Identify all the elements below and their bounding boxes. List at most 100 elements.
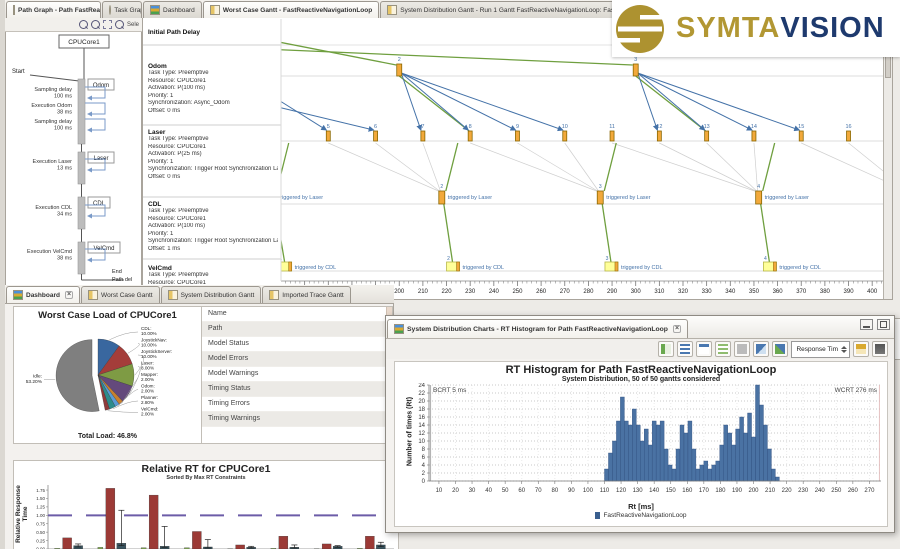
tab-dashboard[interactable]: Dashboard (143, 1, 202, 18)
max-rt-bar[interactable] (365, 536, 374, 549)
histogram-bar[interactable] (752, 437, 756, 481)
histogram-bar[interactable] (680, 425, 684, 481)
histogram-bar[interactable] (724, 425, 728, 481)
laser-activation-box[interactable] (847, 131, 851, 141)
task-timeline-bar[interactable] (78, 197, 85, 229)
histogram-bar[interactable] (672, 469, 676, 481)
zoom-in-icon[interactable] (79, 20, 88, 29)
cdl-activation-box[interactable] (597, 191, 603, 204)
max-rt-bar[interactable] (322, 544, 331, 549)
max-rt-bar[interactable] (192, 531, 201, 549)
histogram-bar[interactable] (740, 417, 744, 481)
tab-task-grap[interactable]: Task Grap (102, 1, 142, 18)
histogram-bar[interactable] (652, 421, 656, 481)
task-timeline-bar[interactable] (78, 242, 85, 274)
cdl-activation-box[interactable] (439, 191, 445, 204)
histogram-bar[interactable] (775, 477, 779, 481)
table-row-path[interactable]: Path (202, 322, 392, 337)
laser-activation-box[interactable] (515, 131, 519, 141)
table-row-model-errors[interactable]: Model Errors (202, 352, 392, 367)
fit-selection-icon[interactable] (103, 20, 112, 29)
table-row-name[interactable]: Name (202, 307, 392, 322)
laser-activation-box[interactable] (563, 131, 567, 141)
tab-dashboard[interactable]: Dashboard× (6, 286, 80, 303)
table-row-model-status[interactable]: Model Status (202, 337, 392, 352)
cdl-activation-box[interactable] (756, 191, 762, 204)
snapshot-icon[interactable] (872, 341, 888, 357)
histogram-bar[interactable] (732, 445, 736, 481)
histogram-bar[interactable] (656, 425, 660, 481)
histogram-bar[interactable] (716, 461, 720, 481)
table-row-timing-warnings[interactable]: Timing Warnings (202, 412, 392, 427)
histogram-bar[interactable] (668, 465, 672, 481)
chart-view-icon[interactable] (753, 341, 769, 357)
path-graph-canvas[interactable]: CPUCore1StartOdomLaserCDLVelCmdSampling … (5, 31, 142, 287)
max-rt-bar[interactable] (106, 488, 115, 549)
laser-activation-box[interactable] (610, 131, 614, 141)
tab-worst-case-gantt[interactable]: Worst Case Gantt (81, 286, 160, 303)
laser-activation-box[interactable] (421, 131, 425, 141)
histogram-bar[interactable] (688, 421, 692, 481)
histogram-bar[interactable] (608, 453, 612, 481)
histogram-bar[interactable] (708, 469, 712, 481)
tab-imported-trace-gantt[interactable]: Imported Trace Gantt (262, 286, 350, 303)
histogram-bar[interactable] (605, 469, 609, 481)
histogram-bar[interactable] (624, 421, 628, 481)
export-icon[interactable] (853, 341, 869, 357)
laser-activation-box[interactable] (657, 131, 661, 141)
max-rt-bar[interactable] (63, 538, 72, 549)
histogram-bar[interactable] (648, 445, 652, 481)
max-rt-bar[interactable] (149, 495, 158, 549)
gantt-vertical-scrollbar[interactable] (883, 19, 892, 299)
tab-worst-case-gantt-fastreactivenavigationloop[interactable]: Worst Case Gantt - FastReactiveNavigatio… (203, 1, 379, 18)
refresh-icon[interactable] (772, 341, 788, 357)
pie-slice-idle[interactable] (56, 340, 99, 412)
tab-system-distribution-gantt-run-1-gantt-fastreactivenavigationloop-fas[interactable]: System Distribution Gantt - Run 1 Gantt … (380, 1, 621, 18)
histogram-bar[interactable] (700, 465, 704, 481)
table-row-model-warnings[interactable]: Model Warnings (202, 367, 392, 382)
odom-activation-box[interactable] (397, 64, 402, 76)
histogram-bar[interactable] (704, 461, 708, 481)
laser-activation-box[interactable] (752, 131, 756, 141)
table-row-timing-errors[interactable]: Timing Errors (202, 397, 392, 412)
histogram-bar[interactable] (712, 465, 716, 481)
search-icon[interactable] (115, 20, 124, 29)
odom-activation-box[interactable] (633, 64, 638, 76)
histogram-bar[interactable] (720, 445, 724, 481)
max-rt-bar[interactable] (279, 536, 288, 549)
histogram-bar[interactable] (660, 421, 664, 481)
close-tab-icon[interactable]: × (65, 291, 73, 299)
histogram-bar[interactable] (755, 385, 759, 481)
tab-path-graph-path-fastreactivenav[interactable]: Path Graph - Path FastReactiveNav× (6, 1, 101, 18)
laser-activation-box[interactable] (705, 131, 709, 141)
histogram-bar[interactable] (612, 441, 616, 481)
grid-view-icon[interactable] (677, 341, 693, 357)
minimize-icon[interactable] (860, 319, 873, 330)
histogram-bar[interactable] (616, 421, 620, 481)
metric-dropdown[interactable]: Response Tim (791, 341, 850, 358)
max-rt-bar[interactable] (236, 545, 245, 549)
close-tab-icon[interactable]: × (673, 325, 681, 333)
histogram-bar[interactable] (684, 433, 688, 481)
task-timeline-bar[interactable] (78, 152, 85, 184)
laser-activation-box[interactable] (326, 131, 330, 141)
maximize-icon[interactable] (877, 319, 890, 330)
spinner-arrows-icon[interactable] (841, 346, 847, 353)
histogram-bar[interactable] (736, 429, 740, 481)
laser-activation-box[interactable] (374, 131, 378, 141)
sort-icon[interactable] (696, 341, 712, 357)
histogram-bar[interactable] (676, 449, 680, 481)
table-row-timing-status[interactable]: Timing Status (202, 382, 392, 397)
histogram-bar[interactable] (744, 433, 748, 481)
histogram-bar[interactable] (771, 469, 775, 481)
collapse-icon[interactable] (734, 341, 750, 357)
zoom-out-icon[interactable] (91, 20, 100, 29)
laser-activation-box[interactable] (799, 131, 803, 141)
histogram-bar[interactable] (620, 397, 624, 481)
histogram-bar[interactable] (763, 425, 767, 481)
apply-icon[interactable] (658, 341, 674, 357)
histogram-bar[interactable] (692, 449, 696, 481)
histogram-bar[interactable] (748, 413, 752, 481)
tab-system-distribution-charts-rt-histogram-for-path-fastreactivenavigationloop[interactable]: System Distribution Charts - RT Histogra… (387, 319, 688, 338)
histogram-bar[interactable] (767, 449, 771, 481)
